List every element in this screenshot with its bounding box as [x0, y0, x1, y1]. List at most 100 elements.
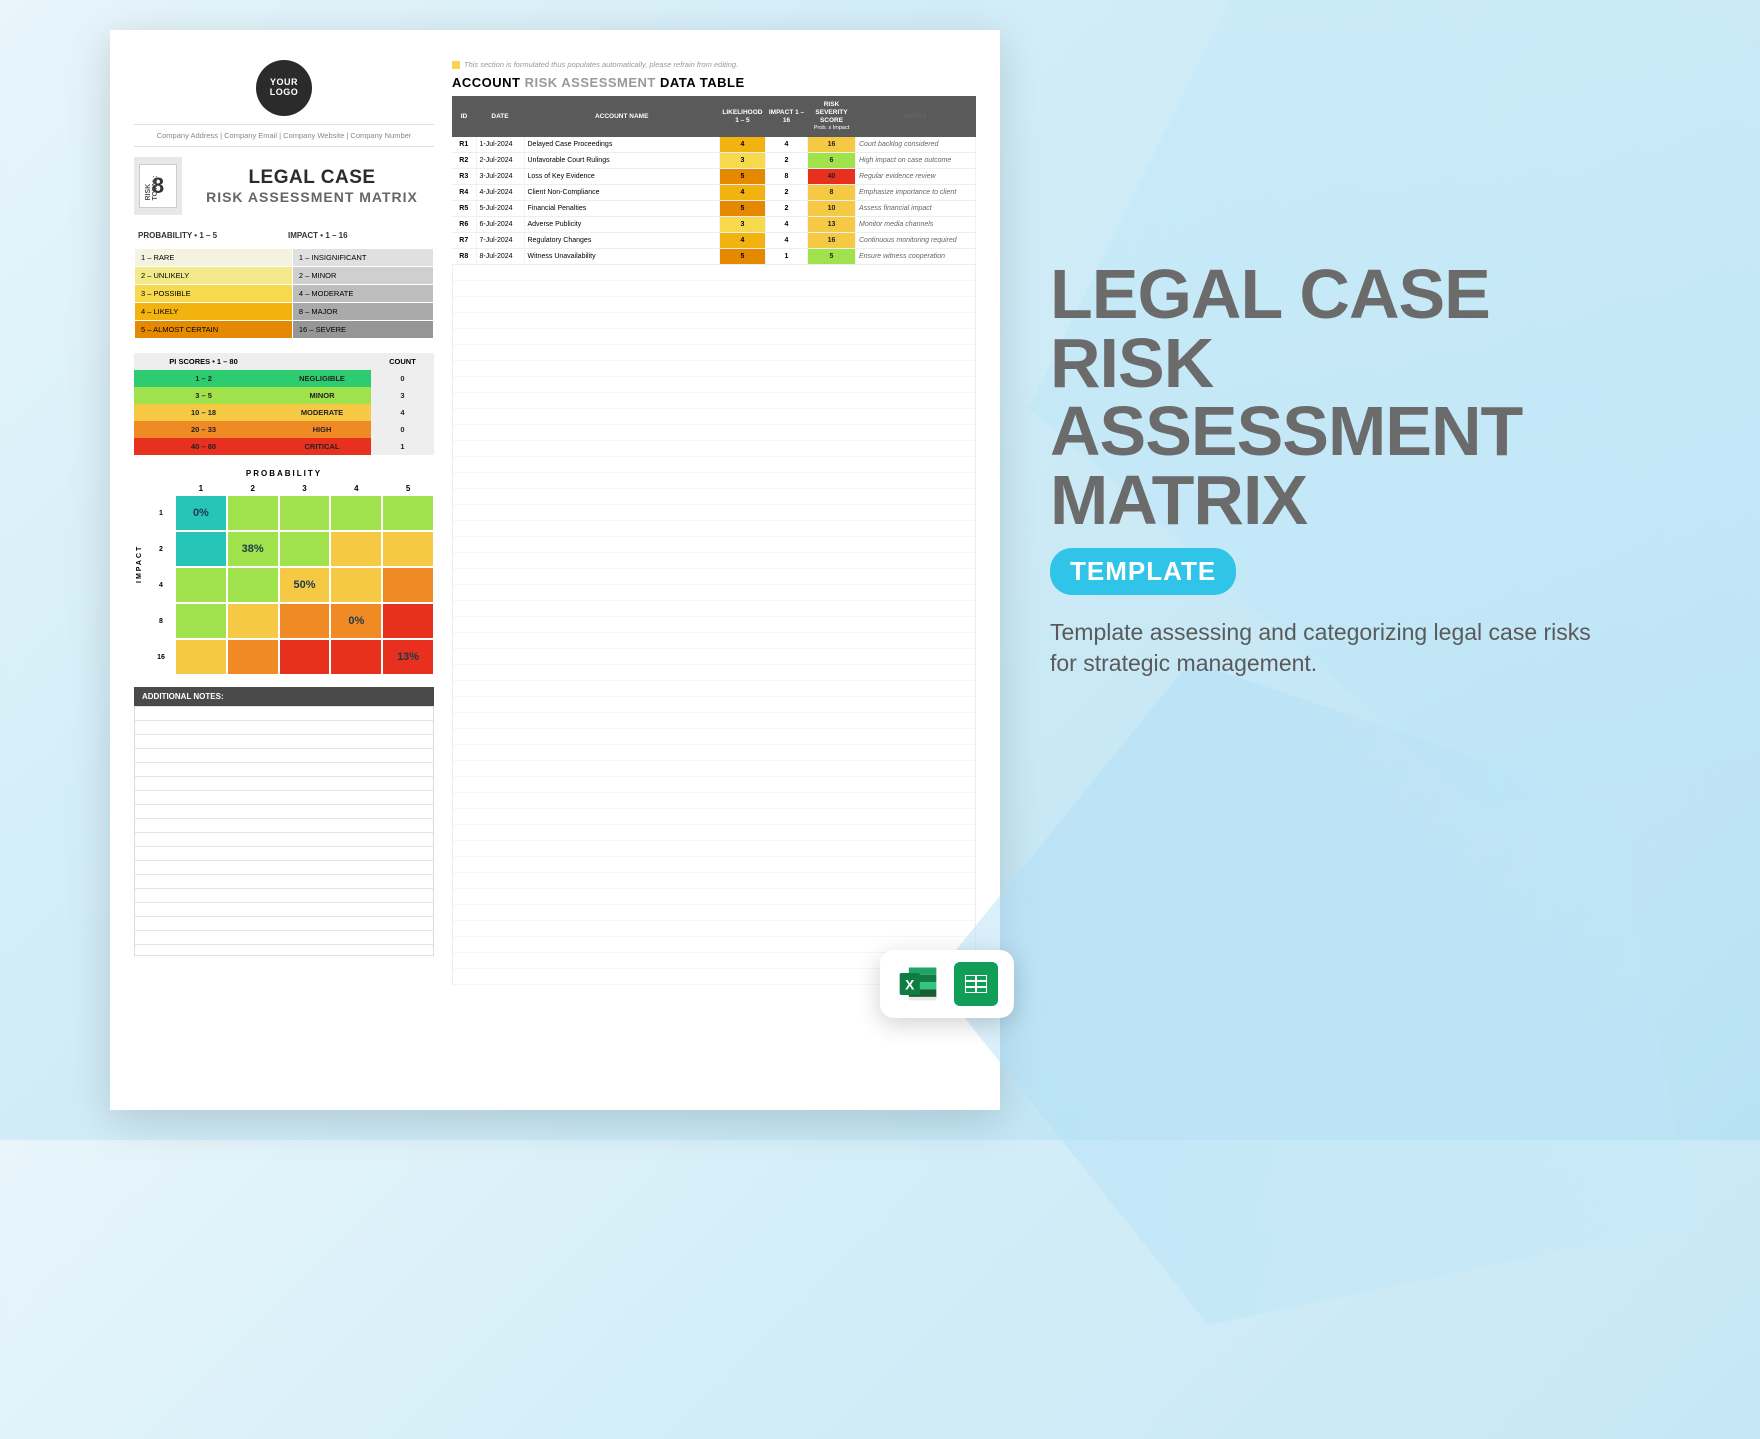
heatmap-cell — [330, 639, 382, 675]
heatmap-cell — [330, 567, 382, 603]
pi-count-cell: 0 — [371, 370, 434, 387]
pi-label-cell: MINOR — [273, 387, 371, 404]
probability-header: PROBABILITY • 1 – 5 — [134, 227, 284, 244]
empty-table-rows — [452, 265, 976, 985]
heatmap-cell — [382, 603, 434, 639]
data-table-title: ACCOUNT RISK ASSESSMENT DATA TABLE — [452, 75, 976, 90]
left-column: YOUR LOGO Company Address | Company Emai… — [134, 60, 434, 1080]
pi-label-cell: NEGLIGIBLE — [273, 370, 371, 387]
prob-scale-cell: 3 – POSSIBLE — [135, 285, 293, 303]
impact-scale-cell: 1 – INSIGNIFICANT — [292, 249, 433, 267]
pi-scores-table: PI SCORES • 1 – 80COUNT1 – 2NEGLIGIBLE03… — [134, 353, 434, 455]
heatmap-cell — [175, 531, 227, 567]
company-info-line: Company Address | Company Email | Compan… — [134, 124, 434, 147]
heatmap-col-header: 1 — [175, 482, 227, 495]
heatmap-row-header: 16 — [147, 639, 175, 675]
heatmap-col-header: 2 — [227, 482, 279, 495]
title-part-c: DATA TABLE — [660, 75, 745, 90]
table-row: R66-Jul-2024Adverse Publicity3413Monitor… — [452, 217, 976, 233]
heatmap-cell — [279, 603, 331, 639]
heatmap-cell — [382, 531, 434, 567]
excel-icon: X — [896, 962, 940, 1006]
auto-populate-note: This section is formulated thus populate… — [452, 60, 976, 69]
impact-scale-cell: 16 – SEVERE — [292, 321, 433, 339]
heatmap-cell: 38% — [227, 531, 279, 567]
heatmap-cell — [227, 495, 279, 531]
pi-header-blank — [273, 353, 371, 370]
table-row: R77-Jul-2024Regulatory Changes4416Contin… — [452, 233, 976, 249]
pi-count-cell: 0 — [371, 421, 434, 438]
heatmap-row-header: 4 — [147, 567, 175, 603]
heatmap-row-header: 2 — [147, 531, 175, 567]
table-row: R44-Jul-2024Client Non-Compliance428Emph… — [452, 185, 976, 201]
heatmap-cell: 0% — [330, 603, 382, 639]
notes-lines[interactable] — [134, 706, 434, 956]
impact-scale-cell: 2 – MINOR — [292, 267, 433, 285]
heatmap-cell — [330, 531, 382, 567]
doc-title-main: LEGAL CASE — [190, 167, 434, 189]
doc-title-sub: RISK ASSESSMENT MATRIX — [190, 189, 434, 205]
promo-panel: LEGAL CASE RISK ASSESSMENT MATRIX TEMPLA… — [1050, 260, 1610, 679]
pi-label-cell: HIGH — [273, 421, 371, 438]
impact-scale-cell: 4 – MODERATE — [292, 285, 433, 303]
additional-notes-section: ADDITIONAL NOTES: — [134, 687, 434, 956]
table-row: R55-Jul-2024Financial Penalties5210Asses… — [452, 201, 976, 217]
pi-count-cell: 4 — [371, 404, 434, 421]
pi-range-cell: 40 – 80 — [134, 438, 273, 455]
heatmap-cell: 0% — [175, 495, 227, 531]
heatmap-cell — [175, 567, 227, 603]
pi-range-cell: 3 – 5 — [134, 387, 273, 404]
heatmap-cell — [382, 567, 434, 603]
heatmap-col-header: 4 — [330, 482, 382, 495]
heatmap-cell: 50% — [279, 567, 331, 603]
notes-header: ADDITIONAL NOTES: — [134, 687, 434, 706]
heatmap-row-header: 1 — [147, 495, 175, 531]
heatmap-cell — [227, 639, 279, 675]
pi-count-cell: 3 — [371, 387, 434, 404]
impact-header: IMPACT • 1 – 16 — [284, 227, 434, 244]
risk-data-table: IDDATEACCOUNT NAMELIKELIHOOD 1 – 5IMPACT… — [452, 96, 976, 265]
pi-header-range: PI SCORES • 1 – 80 — [134, 353, 273, 370]
svg-text:X: X — [905, 978, 915, 993]
scale-table: 1 – RARE1 – INSIGNIFICANT2 – UNLIKELY2 –… — [134, 248, 434, 339]
pi-label-cell: CRITICAL — [273, 438, 371, 455]
logo-placeholder: YOUR LOGO — [256, 60, 312, 116]
pi-range-cell: 1 – 2 — [134, 370, 273, 387]
heatmap: IMPACT 1234510%238%450%80%1613% — [134, 482, 434, 675]
pi-header-count: COUNT — [371, 353, 434, 370]
risk-total-label: RISK TOTAL: — [145, 172, 159, 201]
promo-description: Template assessing and categorizing lega… — [1050, 617, 1610, 679]
heatmap-cell — [279, 495, 331, 531]
title-block: RISK TOTAL: 8 LEGAL CASE RISK ASSESSMENT… — [134, 157, 434, 215]
google-sheets-icon — [954, 962, 998, 1006]
risk-total-box: RISK TOTAL: 8 — [134, 157, 182, 215]
right-column: This section is formulated thus populate… — [452, 60, 976, 1080]
promo-title: LEGAL CASE RISK ASSESSMENT MATRIX — [1050, 260, 1610, 534]
pi-count-cell: 1 — [371, 438, 434, 455]
heatmap-col-header: 5 — [382, 482, 434, 495]
table-row: R11-Jul-2024Delayed Case Proceedings4416… — [452, 137, 976, 153]
pi-range-cell: 20 – 33 — [134, 421, 273, 438]
heatmap-cell — [175, 603, 227, 639]
document-page: YOUR LOGO Company Address | Company Emai… — [110, 30, 1000, 1110]
title-part-a: ACCOUNT — [452, 75, 525, 90]
heatmap-cell — [279, 639, 331, 675]
pi-label-cell: MODERATE — [273, 404, 371, 421]
app-icons-card: X — [880, 950, 1014, 1018]
heatmap-cell — [279, 531, 331, 567]
heatmap-col-header: 3 — [279, 482, 331, 495]
table-row: R33-Jul-2024Loss of Key Evidence5840Regu… — [452, 169, 976, 185]
heatmap-cell — [175, 639, 227, 675]
scale-headers: PROBABILITY • 1 – 5 IMPACT • 1 – 16 — [134, 227, 434, 244]
heatmap-cell: 13% — [382, 639, 434, 675]
heatmap-row-header: 8 — [147, 603, 175, 639]
title-part-b: RISK ASSESSMENT — [525, 75, 660, 90]
prob-scale-cell: 2 – UNLIKELY — [135, 267, 293, 285]
heatmap-cell — [330, 495, 382, 531]
heatmap-y-title: IMPACT — [134, 482, 145, 675]
heatmap-cell — [382, 495, 434, 531]
table-row: R22-Jul-2024Unfavorable Court Rulings326… — [452, 153, 976, 169]
prob-scale-cell: 4 – LIKELY — [135, 303, 293, 321]
heatmap-x-title: PROBABILITY — [134, 469, 434, 478]
table-row: R88-Jul-2024Witness Unavailability515Ens… — [452, 249, 976, 265]
